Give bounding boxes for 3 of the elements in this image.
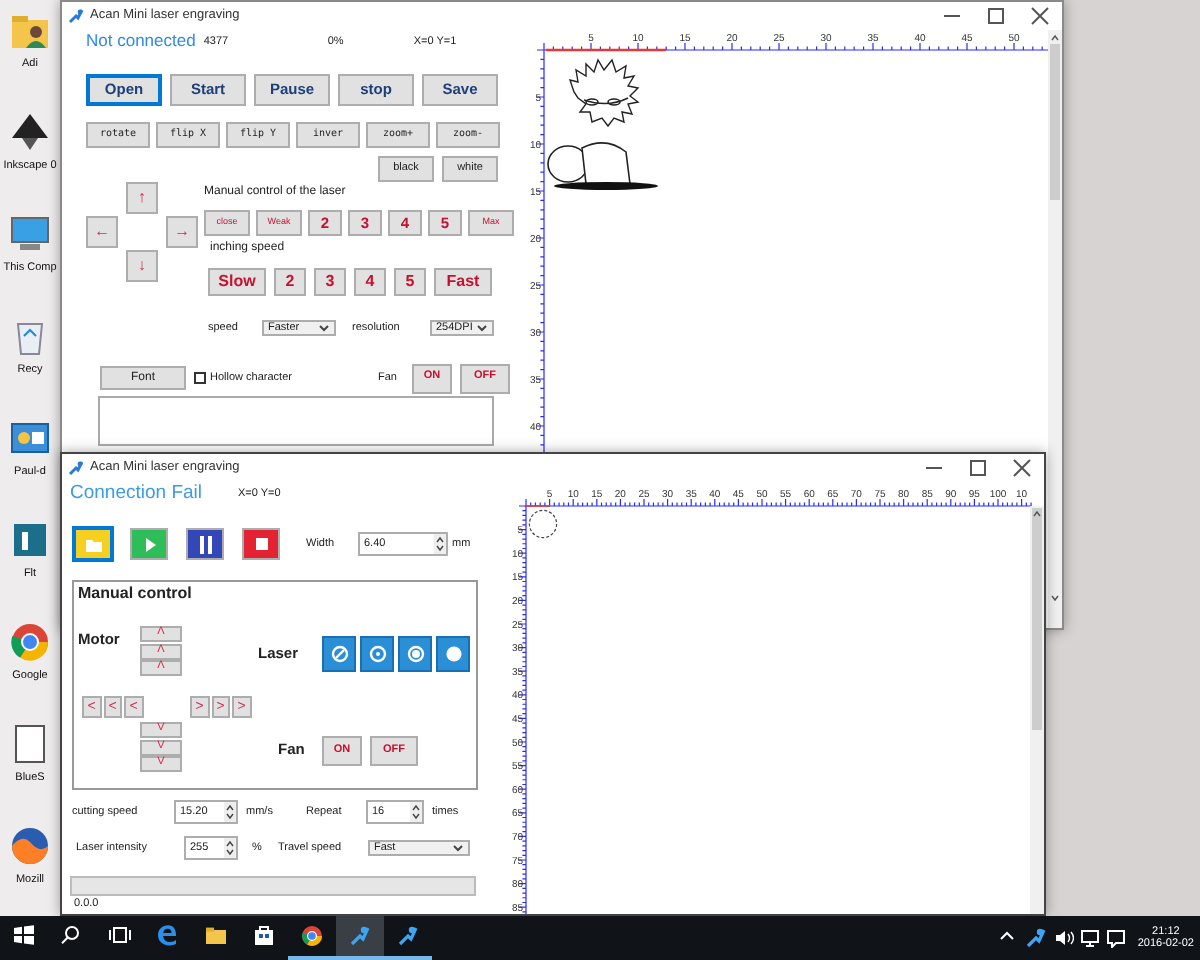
connection-status: Not connected [86, 32, 196, 52]
connection-status: Connection Fail [70, 483, 205, 505]
group-title: Manual control [78, 584, 194, 602]
